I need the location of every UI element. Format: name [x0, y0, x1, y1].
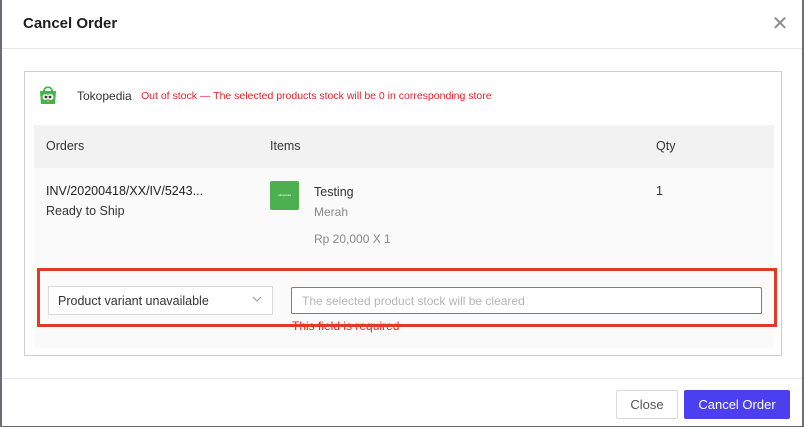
close-icon[interactable]: ✕: [770, 14, 790, 34]
store-name: Tokopedia: [77, 89, 132, 103]
dialog-title: Cancel Order: [23, 15, 118, 32]
order-status: Ready to Ship: [46, 204, 125, 218]
stock-warning: Out of stock — The selected products sto…: [141, 90, 492, 102]
thumbnail-label: tokopedia: [277, 193, 291, 197]
item-qty: 1: [656, 184, 663, 198]
cancel-order-dialog: Cancel Order ✕ Tokopedia Out of stock — …: [2, 0, 802, 426]
item-name: Testing: [314, 185, 354, 199]
product-thumbnail: tokopedia: [270, 181, 299, 210]
dialog-header: Cancel Order ✕: [2, 0, 802, 49]
dialog-footer: Close Cancel Order: [2, 378, 802, 427]
tokopedia-logo-icon: [40, 86, 56, 104]
highlight-annotation: [37, 268, 777, 327]
store-row: Tokopedia Out of stock — The selected pr…: [37, 84, 737, 108]
cancel-order-button[interactable]: Cancel Order: [684, 390, 790, 419]
item-price: Rp 20,000 X 1: [314, 232, 391, 246]
column-qty: Qty: [656, 139, 676, 153]
column-items: Items: [270, 139, 301, 153]
item-variant: Merah: [314, 205, 349, 219]
column-orders: Orders: [46, 139, 85, 153]
table-header: Orders Items Qty: [34, 125, 774, 168]
close-button[interactable]: Close: [616, 390, 678, 419]
order-number: INV/20200418/XX/IV/5243...: [46, 184, 204, 198]
